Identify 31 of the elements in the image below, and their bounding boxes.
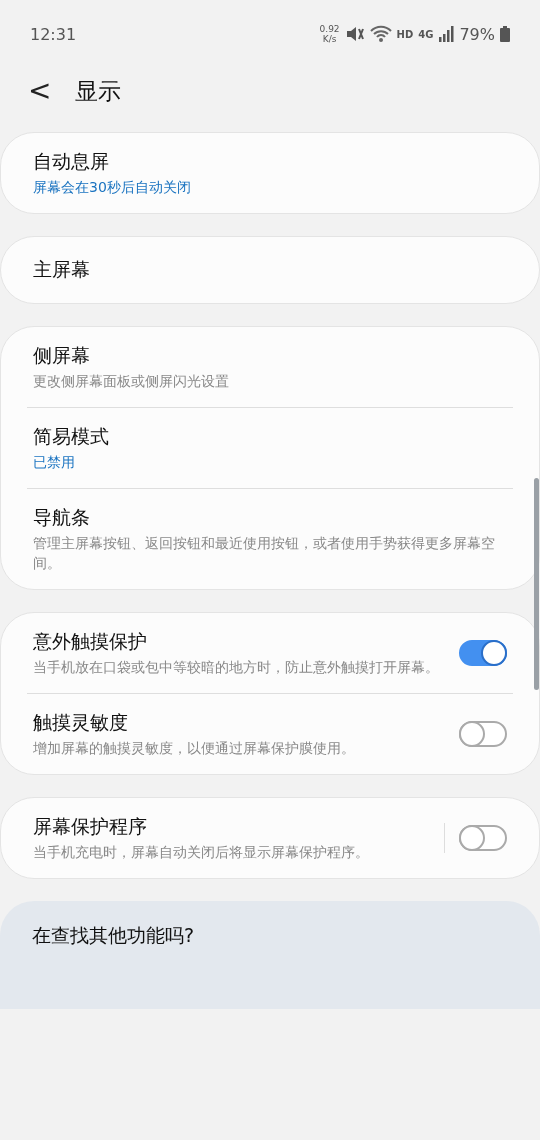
mute-icon xyxy=(344,25,365,43)
setting-summary: 当手机充电时，屏幕自动关闭后将显示屏幕保护程序。 xyxy=(33,843,370,862)
setting-title: 侧屏幕 xyxy=(33,343,91,368)
signal-icon xyxy=(438,26,455,42)
setting-summary: 当手机放在口袋或包中等较暗的地方时，防止意外触摸打开屏幕。 xyxy=(33,658,440,677)
wifi-icon xyxy=(369,25,392,43)
setting-summary: 屏幕会在30秒后自动关闭 xyxy=(33,178,192,197)
toggle-switch[interactable] xyxy=(459,640,507,666)
back-button[interactable]: < xyxy=(28,77,52,105)
toggle-switch[interactable] xyxy=(459,721,507,747)
toggle-switch[interactable] xyxy=(459,825,507,851)
setting-title: 屏幕保护程序 xyxy=(33,814,148,839)
page-title: 显示 xyxy=(75,76,122,106)
network-speed: 0.92 K/s xyxy=(319,24,340,44)
setting-title: 触摸灵敏度 xyxy=(33,710,129,735)
setting-summary: 增加屏幕的触摸灵敏度，以便通过屏幕保护膜使用。 xyxy=(33,739,356,758)
hd-label: HD xyxy=(396,28,414,40)
clock: 12:31 xyxy=(30,24,77,44)
setting-title: 导航条 xyxy=(33,505,91,530)
battery-icon xyxy=(500,26,510,42)
setting-title: 意外触摸保护 xyxy=(33,629,148,654)
network-type: 4G xyxy=(418,28,434,40)
suggestion-title: 在查找其他功能吗? xyxy=(32,924,195,946)
scrollbar[interactable] xyxy=(534,478,539,690)
setting-title: 简易模式 xyxy=(33,424,110,449)
setting-title: 自动息屏 xyxy=(33,149,110,174)
battery-percent: 79% xyxy=(459,24,495,44)
setting-summary: 已禁用 xyxy=(33,453,76,472)
setting-title: 主屏幕 xyxy=(33,257,91,282)
setting-summary: 管理主屏幕按钮、返回按钮和最近使用按钮，或者使用手势获得更多屏幕空间。 xyxy=(33,534,496,573)
setting-summary: 更改侧屏幕面板或侧屏闪光设置 xyxy=(33,372,230,391)
